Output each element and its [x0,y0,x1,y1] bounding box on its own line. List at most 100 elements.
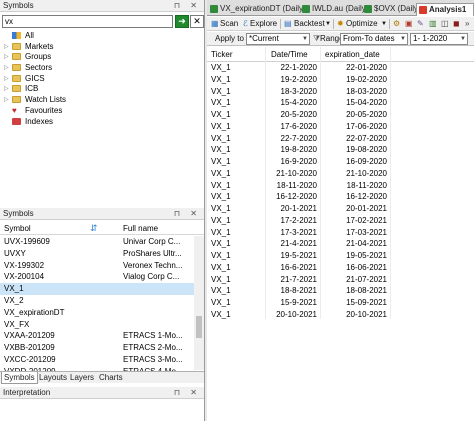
table-row[interactable]: VX_1 21-10-2020 21-10-2020 [207,168,474,180]
tree-item[interactable]: Indexes [0,117,204,128]
optimize-button[interactable]: Optimize [346,18,378,30]
table-row[interactable]: VX_1 17-6-2020 17-06-2020 [207,121,474,133]
tree-item[interactable]: ♥ Favourites [0,106,204,117]
apply-to-select[interactable]: *Current ▼ [246,33,310,45]
from-date-field[interactable]: 1- 1-2020 ▼ [410,33,468,45]
datetime-cell: 15-9-2021 [280,298,317,307]
table-row[interactable]: VX_1 18-3-2020 18-03-2020 [207,86,474,98]
symbol-row[interactable]: VX_expirationDT [0,307,194,319]
table-row[interactable]: VX_1 16-6-2021 16-06-2021 [207,262,474,274]
datetime-cell: 19-8-2020 [280,145,317,155]
table-row[interactable]: VX_1 19-5-2021 19-05-2021 [207,250,474,262]
table-row[interactable]: VX_1 19-8-2020 19-08-2020 [207,144,474,156]
chevron-down-icon[interactable]: ▼ [381,18,387,30]
document-tab-label: IWLD.au (Daily) [312,4,369,13]
symbol-row[interactable]: VX_1 [0,283,194,295]
table-row[interactable]: VX_1 15-4-2020 15-04-2020 [207,97,474,109]
bottom-tab-layers[interactable]: Layers [68,372,96,384]
symbol-fullname: ETRACS 2-Mo... [123,343,183,353]
symbol-row[interactable]: UVX-199609 Univar Corp C... [0,236,194,248]
expiration-column-header[interactable]: expiration_date [325,50,380,59]
expand-arrow-icon[interactable]: ▷ [4,74,9,85]
range-select[interactable]: From-To dates ▼ [340,33,408,45]
table-row[interactable]: VX_1 20-1-2021 20-01-2021 [207,203,474,215]
expiration-cell: 21-04-2021 [346,239,387,249]
bottom-tab-charts[interactable]: Charts [97,372,125,384]
table-row[interactable]: VX_1 17-2-2021 17-02-2021 [207,215,474,227]
tree-item-label: Watch Lists [25,95,67,105]
scan-button[interactable]: Scan [220,18,238,30]
table-row[interactable]: VX_1 21-4-2021 21-04-2021 [207,238,474,250]
table-row[interactable]: VX_1 16-9-2020 16-09-2020 [207,156,474,168]
table-row[interactable]: VX_1 19-2-2020 19-02-2020 [207,74,474,86]
document-tab[interactable]: $OVX (Daily) [362,3,421,16]
datetime-column-header[interactable]: Date/Time [271,50,308,59]
bottom-tab-symbols[interactable]: Symbols [1,372,38,384]
scrollbar-thumb[interactable] [196,316,202,338]
more-icon[interactable]: » [465,18,469,30]
pane-controls[interactable]: ⊓ ✕ [174,0,201,12]
symbol-row[interactable]: UVXY ProShares Ultr... [0,248,194,260]
symbol-row[interactable]: VXBB-201209 ETRACS 2-Mo... [0,342,194,354]
symbol-row[interactable]: VXCC-201209 ETRACS 3-Mo... [0,354,194,366]
expand-arrow-icon[interactable]: ▷ [4,63,9,74]
symbol-row[interactable]: VXAA-201209 ETRACS 1-Mo... [0,330,194,342]
symbol-row[interactable]: VX-200104 Vialog Corp C... [0,271,194,283]
symbol-search-input[interactable] [2,15,173,28]
fullname-column-header[interactable]: Full name [123,224,158,233]
backtest-button[interactable]: Backtest [294,18,325,30]
tree-item[interactable]: ▷ ICB [0,84,204,95]
table-row[interactable]: VX_1 15-9-2021 15-09-2021 [207,297,474,309]
tree-item[interactable]: ▷ Markets [0,42,204,53]
expand-arrow-icon[interactable]: ▷ [4,52,9,63]
chevron-down-icon[interactable]: ▼ [325,18,331,30]
symbol-row[interactable]: VX_2 [0,295,194,307]
edit-formula-icon[interactable]: ✎ [417,18,424,30]
stop-icon[interactable]: ◼ [453,18,460,30]
report-icon[interactable]: ▣ [405,18,413,30]
symbol-row[interactable]: VX_FX [0,319,194,331]
explore-button[interactable]: Explore [250,18,277,30]
tree-item[interactable]: ▷ GICS [0,74,204,85]
table-row[interactable]: VX_1 16-12-2020 16-12-2020 [207,191,474,203]
bottom-tab-layouts[interactable]: Layouts [37,372,69,384]
datetime-cell: 17-6-2020 [280,121,317,131]
tree-item[interactable]: ▷ Groups [0,52,204,63]
expand-arrow-icon[interactable]: ▷ [4,84,9,95]
folder-icon [12,42,21,50]
datetime-cell: 18-8-2021 [280,286,317,296]
tree-item[interactable]: ▷ Watch Lists [0,95,204,106]
symbol-row[interactable]: VX-199302 Veronex Techn... [0,260,194,272]
pane-controls[interactable]: ⊓ ✕ [174,208,201,220]
symbol-column-header[interactable]: Symbol [4,224,31,233]
chart-icon[interactable]: ▥ [429,18,437,30]
pane-controls[interactable]: ⊓ ✕ [174,387,201,399]
table-row[interactable]: VX_1 22-7-2020 22-07-2020 [207,133,474,145]
table-row[interactable]: VX_1 21-7-2021 21-07-2021 [207,274,474,286]
go-arrow-icon[interactable]: ➜ [175,15,189,28]
scan-icon: ▦ [211,19,219,28]
document-tab[interactable]: IWLD.au (Daily) [300,3,368,16]
datetime-cell: 19-2-2020 [280,74,317,84]
table-row[interactable]: VX_1 18-8-2021 18-08-2021 [207,285,474,297]
settings-icon[interactable]: ⚙ [393,18,400,30]
table-row[interactable]: VX_1 17-3-2021 17-03-2021 [207,227,474,239]
sort-icon[interactable]: ⇵ [90,223,98,234]
expand-arrow-icon[interactable]: ▷ [4,95,9,106]
clear-search-icon[interactable]: ✕ [190,15,204,28]
document-tab[interactable]: Analysis1 [416,3,474,16]
symbol-list-scrollbar[interactable] [194,236,204,370]
tree-item[interactable]: ▷ Sectors [0,63,204,74]
datetime-cell: 19-5-2021 [280,251,317,260]
datetime-cell: 20-1-2021 [280,204,317,213]
table-row[interactable]: VX_1 18-11-2020 18-11-2020 [207,180,474,192]
document-tab[interactable]: VX_expirationDT (Daily) [208,3,306,16]
save-icon[interactable]: ◫ [441,18,449,30]
expand-arrow-icon[interactable]: ▷ [4,42,9,53]
ticker-column-header[interactable]: Ticker [211,50,232,59]
table-row[interactable]: VX_1 20-10-2021 20-10-2021 [207,309,474,321]
table-row[interactable]: VX_1 20-5-2020 20-05-2020 [207,109,474,121]
tree-item[interactable]: All [0,31,204,42]
table-row[interactable]: VX_1 22-1-2020 22-01-2020 [207,62,474,74]
folder-icon [12,53,21,61]
